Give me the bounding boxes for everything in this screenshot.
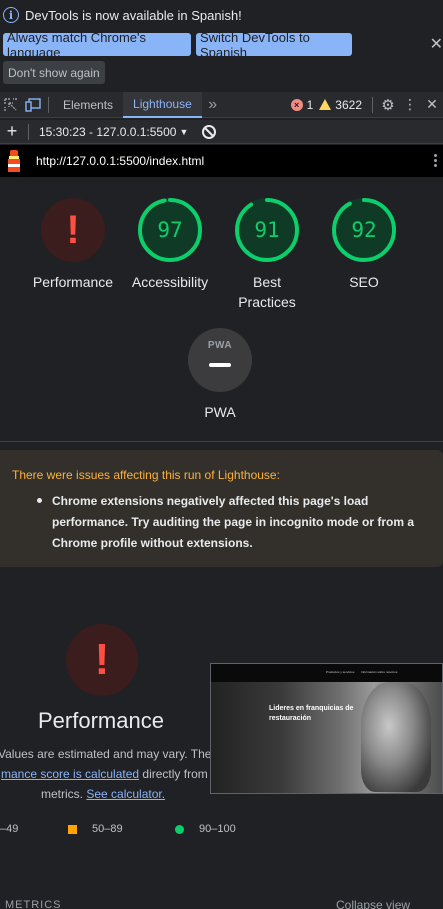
best-practices-label-line2: Practices <box>238 294 296 310</box>
legend-pass: 90–100 <box>175 823 236 835</box>
metrics-section-label: METRICS <box>5 899 62 909</box>
infobar-message: DevTools is now available in Spanish! <box>25 7 242 23</box>
pwa-badge-icon: PWA <box>207 340 233 351</box>
perf-desc-line3: metrics. See calculator. <box>41 784 165 804</box>
error-mark: ! <box>66 208 80 252</box>
bullet <box>37 498 42 503</box>
accessibility-gauge[interactable]: 97 <box>138 198 202 262</box>
perf-desc-text: metrics. <box>41 787 83 801</box>
collapse-view-button[interactable]: Collapse view <box>336 898 410 909</box>
perf-desc-text: directly from th <box>139 767 222 781</box>
error-count[interactable]: 1 <box>307 98 314 112</box>
report-url[interactable]: http://127.0.0.1:5500/index.html <box>36 154 204 168</box>
performance-gauge[interactable]: ! <box>41 198 105 262</box>
pwa-gauge[interactable]: PWA <box>188 328 252 392</box>
switch-to-spanish-button[interactable]: Switch DevTools to Spanish <box>196 30 352 60</box>
report-url-bar: http://127.0.0.1:5500/index.html <box>0 145 443 177</box>
close-devtools-icon[interactable]: ✕ <box>421 94 443 116</box>
clear-reports-icon[interactable] <box>202 124 217 139</box>
screenshot-headline: Lideres en franquicias de restauración <box>269 704 353 724</box>
toolbar-divider <box>372 96 373 113</box>
performance-title: Performance <box>38 708 164 733</box>
score-arc <box>235 198 299 262</box>
best-practices-gauge[interactable]: 91 <box>235 198 299 262</box>
perf-desc-line2: mance score is calculated directly from … <box>1 764 221 784</box>
language-infobar: i DevTools is now available in Spanish! … <box>0 0 443 90</box>
report-selector[interactable]: 15:30:23 - 127.0.0.1:5500 <box>39 125 176 139</box>
best-practices-gauge-arc <box>235 198 299 262</box>
new-report-icon[interactable]: + <box>0 121 24 142</box>
run-warning-item: Chrome extensions negatively affected th… <box>52 491 432 554</box>
close-icon[interactable]: ✕ <box>430 34 443 54</box>
legend-fail-label: –49 <box>0 823 19 835</box>
infobar-message-row: i DevTools is now available in Spanish! <box>3 7 242 23</box>
legend-pass-label: 90–100 <box>199 823 236 835</box>
accessibility-gauge-arc <box>138 198 202 262</box>
more-tabs-icon[interactable]: » <box>202 94 224 116</box>
screenshot-nav-item: Información sobre nosotros <box>361 670 398 674</box>
pwa-gauge-label: PWA <box>204 404 236 420</box>
screenshot-headline-line: restauración <box>269 715 312 722</box>
perf-desc-line1: Values are estimated and may vary. The <box>0 747 212 761</box>
lighthouse-logo-icon <box>6 150 22 172</box>
toolbar-divider <box>48 96 49 113</box>
seo-gauge-label: SEO <box>349 274 379 290</box>
performance-gauge-label: Performance <box>32 274 114 290</box>
settings-gear-icon[interactable]: ⚙ <box>377 94 399 116</box>
score-arc <box>138 198 202 262</box>
lighthouse-report-toolbar: + 15:30:23 - 127.0.0.1:5500 ▼ <box>0 120 443 144</box>
final-screenshot-thumbnail[interactable]: Productos y servicios Información sobre … <box>210 663 443 794</box>
legend-fail: –49 <box>0 823 18 835</box>
inspect-element-icon[interactable] <box>0 94 22 116</box>
pwa-dash-icon <box>209 363 231 367</box>
screenshot-header: Productos y servicios Información sobre … <box>211 664 442 682</box>
average-square-icon <box>68 824 77 834</box>
screenshot-nav-item: Productos y servicios <box>326 670 355 674</box>
see-calculator-link[interactable]: See calculator. <box>86 787 165 801</box>
warning-line: performance. Try auditing the page in in… <box>52 515 415 529</box>
score-calculated-link[interactable]: mance score is calculated <box>1 767 139 781</box>
score-arc <box>332 198 396 262</box>
error-icon[interactable]: × <box>290 98 303 111</box>
best-practices-gauge-label: Best Practices <box>217 272 317 312</box>
info-icon: i <box>3 7 19 23</box>
warning-line: Chrome extensions negatively affected th… <box>52 494 369 508</box>
warning-count[interactable]: 3622 <box>335 98 362 112</box>
run-warnings-box: There were issues affecting this run of … <box>0 450 443 567</box>
screenshot-photo <box>361 682 431 792</box>
seo-gauge-arc <box>332 198 396 262</box>
dont-show-again-button[interactable]: Don't show again <box>3 61 105 84</box>
section-divider <box>0 441 443 442</box>
warning-line: Chrome profile without extensions. <box>52 536 253 550</box>
run-warnings-title: There were issues affecting this run of … <box>12 468 280 482</box>
legend-average: 50–89 <box>68 823 123 835</box>
always-match-language-button[interactable]: Always match Chrome's language <box>3 30 191 60</box>
devtools-toolbar: Elements Lighthouse » × 1 3622 ⚙ ⋮ ✕ <box>0 91 443 118</box>
report-menu-icon[interactable] <box>434 154 437 169</box>
best-practices-label-line1: Best <box>252 274 281 290</box>
legend-average-label: 50–89 <box>92 823 123 835</box>
tab-lighthouse[interactable]: Lighthouse <box>123 91 202 118</box>
tab-elements[interactable]: Elements <box>53 92 123 118</box>
more-options-icon[interactable]: ⋮ <box>399 94 421 116</box>
pass-circle-icon <box>175 824 184 834</box>
performance-large-gauge: ! <box>66 624 138 696</box>
toolbar-divider <box>28 123 29 140</box>
screenshot-headline-line: Lideres en franquicias de <box>269 705 354 712</box>
chevron-down-icon[interactable]: ▼ <box>179 127 188 137</box>
warning-icon[interactable] <box>319 99 332 110</box>
device-toolbar-icon[interactable] <box>22 94 44 116</box>
error-mark: ! <box>94 635 110 684</box>
accessibility-gauge-label: Accessibility <box>131 274 209 290</box>
seo-gauge[interactable]: 92 <box>332 198 396 262</box>
